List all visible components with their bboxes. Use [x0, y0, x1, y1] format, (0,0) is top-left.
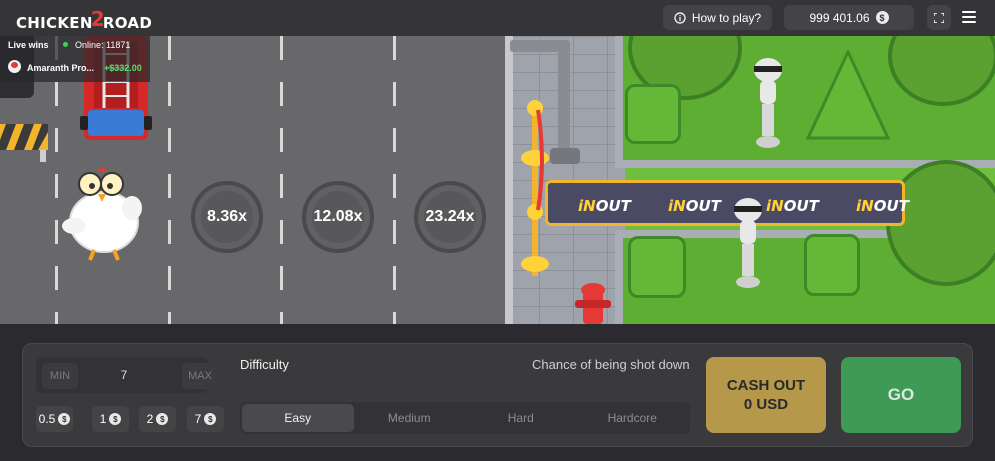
bet-value[interactable]: 7 — [104, 368, 144, 382]
dollar-coin-icon: $ — [875, 11, 889, 24]
game-logo: CHICKEN2ROAD — [16, 7, 153, 33]
max-bet-button[interactable]: MAX — [182, 363, 218, 389]
bush — [628, 236, 686, 298]
road-barrier — [0, 124, 48, 162]
game-app: CHICKEN2ROAD How to play? 999 401.06 $ 8… — [0, 0, 995, 461]
cash-out-amount: 0 USD — [743, 396, 789, 413]
bush — [804, 234, 860, 296]
live-wins-panel: Live wins Online: 11871 Amaranth Pro... … — [0, 36, 150, 82]
banner-text: iNOUT — [856, 197, 909, 215]
online-dot-icon — [63, 42, 68, 47]
banner-text: iNOUT — [578, 197, 631, 215]
top-bar: CHICKEN2ROAD How to play? 999 401.06 $ — [0, 0, 995, 36]
game-scene: 8.36x 12.08x 23.24x iNOUT iNOUT iNOUT iN… — [0, 36, 995, 324]
hamburger-menu-icon[interactable] — [962, 11, 976, 23]
control-panel: MIN 7 MAX 0.5 $ 1 $ 2 $ 7 $ Difficulty Chanc… — [22, 343, 973, 447]
multiplier-manhole[interactable]: 8.36x — [191, 181, 263, 253]
difficulty-hard[interactable]: Hard — [465, 404, 577, 432]
balance-display: 999 401.06 $ — [784, 5, 914, 30]
cash-out-button[interactable]: CASH OUT 0 USD — [706, 357, 826, 433]
difficulty-hardcore[interactable]: Hardcore — [577, 404, 689, 432]
how-to-play-label: How to play? — [691, 10, 762, 25]
multiplier-manhole[interactable]: 12.08x — [302, 181, 374, 253]
lane-divider — [168, 36, 171, 324]
live-wins-label: Live wins — [8, 40, 49, 50]
fullscreen-icon — [934, 12, 944, 23]
info-icon — [674, 11, 686, 24]
dollar-coin-icon: $ — [204, 413, 217, 425]
bet-amount-input[interactable]: MIN 7 MAX — [36, 357, 218, 393]
multiplier-value: 8.36x — [206, 208, 248, 225]
dollar-coin-icon: $ — [109, 413, 122, 425]
quick-bet-2[interactable]: 2 $ — [139, 406, 176, 432]
inout-banner: iNOUT iNOUT iNOUT iNOUT — [545, 180, 909, 226]
online-count: Online: 11871 — [75, 40, 131, 50]
rope-barrier — [521, 100, 549, 276]
how-to-play-button[interactable]: How to play? — [663, 5, 772, 30]
sniper-statue — [754, 58, 782, 148]
min-bet-button[interactable]: MIN — [42, 363, 78, 389]
sniper-statue — [734, 198, 762, 288]
banner-text: iNOUT — [668, 197, 721, 215]
difficulty-selector: Easy Medium Hard Hardcore — [240, 402, 690, 434]
lane-divider — [280, 36, 283, 324]
quick-bet-value: 2 — [146, 412, 154, 426]
quick-bet-0.5[interactable]: 0.5 $ — [36, 406, 73, 432]
player-avatar — [8, 60, 21, 73]
quick-bet-value: 0.5 — [38, 412, 56, 426]
difficulty-label: Difficulty — [240, 357, 289, 372]
fire-hydrant — [575, 283, 611, 324]
quick-bet-value: 1 — [99, 412, 107, 426]
quick-bet-7[interactable]: 7 $ — [187, 406, 224, 432]
cone-hedge — [806, 50, 890, 140]
difficulty-medium[interactable]: Medium — [354, 404, 466, 432]
bush — [625, 84, 681, 144]
banner-text: iNOUT — [766, 197, 819, 215]
quick-bet-1[interactable]: 1 $ — [92, 406, 129, 432]
go-button[interactable]: GO — [841, 357, 961, 433]
multiplier-manhole[interactable]: 23.24x — [414, 181, 486, 253]
dollar-coin-icon: $ — [156, 413, 169, 425]
logo-text-left: CHICKEN — [16, 14, 93, 32]
balance-value: 999 401.06 — [809, 10, 870, 25]
chicken-player — [62, 168, 142, 261]
dollar-coin-icon: $ — [58, 413, 71, 425]
difficulty-easy[interactable]: Easy — [242, 404, 354, 432]
multiplier-value: 23.24x — [425, 208, 475, 225]
logo-text-mid: 2 — [90, 7, 105, 31]
lane-divider — [393, 36, 396, 324]
win-amount: +$332.00 — [104, 63, 142, 73]
fullscreen-button[interactable] — [927, 5, 951, 30]
multiplier-value: 12.08x — [313, 208, 363, 225]
quick-bet-value: 7 — [194, 412, 202, 426]
winner-name: Amaranth Pro... — [27, 63, 95, 73]
chance-label: Chance of being shot down — [532, 357, 690, 372]
logo-text-right: ROAD — [102, 14, 153, 32]
cash-out-label: CASH OUT — [726, 377, 806, 394]
